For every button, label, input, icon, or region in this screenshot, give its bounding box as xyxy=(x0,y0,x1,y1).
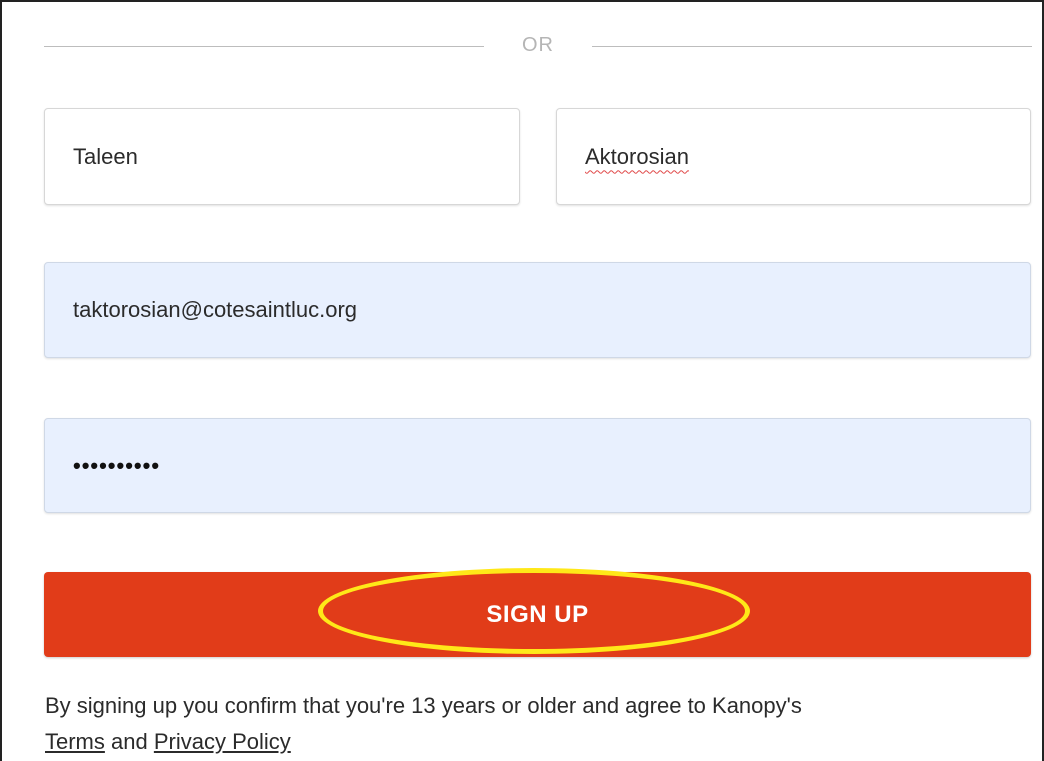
last-name-field[interactable]: Aktorosian xyxy=(556,108,1031,205)
last-name-value: Aktorosian xyxy=(585,143,689,169)
divider-line-left xyxy=(44,46,484,47)
terms-link[interactable]: Terms xyxy=(45,729,105,754)
first-name-field[interactable]: Taleen xyxy=(44,108,520,205)
first-name-value: Taleen xyxy=(73,143,138,169)
legal-notice: By signing up you confirm that you're 13… xyxy=(45,688,1005,760)
legal-and-text: and xyxy=(111,729,148,754)
or-divider-label: OR xyxy=(522,34,554,56)
password-field[interactable]: •••••••••• xyxy=(44,418,1031,513)
sign-up-button[interactable]: SIGN UP xyxy=(44,572,1031,657)
divider-line-right xyxy=(592,46,1032,47)
sign-up-button-label: SIGN UP xyxy=(486,600,589,628)
password-value: •••••••••• xyxy=(73,452,161,478)
privacy-policy-link[interactable]: Privacy Policy xyxy=(154,729,291,754)
legal-text: By signing up you confirm that you're 13… xyxy=(45,693,802,718)
email-field[interactable]: taktorosian@cotesaintluc.org xyxy=(44,262,1031,358)
email-value: taktorosian@cotesaintluc.org xyxy=(73,297,358,322)
